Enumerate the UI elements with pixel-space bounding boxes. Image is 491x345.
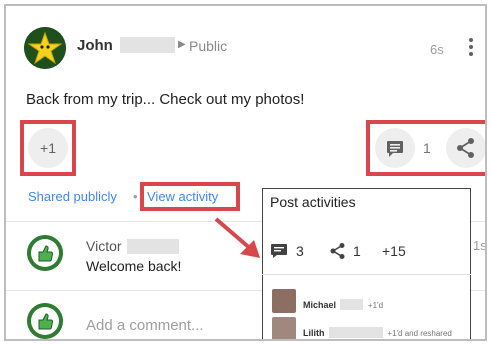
post-time: 6s: [430, 42, 444, 57]
popup-divider: [262, 274, 471, 275]
comment-icon: [271, 244, 287, 258]
redacted-surname: [120, 37, 176, 53]
popup-plus-count: +15: [382, 243, 406, 259]
commenter-name-text: Victor: [86, 238, 122, 254]
comment-time: 1s: [473, 238, 487, 253]
activity-action: +1'd and reshared: [387, 329, 452, 338]
privacy-label[interactable]: Public: [189, 38, 227, 54]
share-icon: [330, 243, 345, 259]
separator-dot: •: [133, 189, 138, 204]
author-name-text: John: [77, 37, 113, 54]
comment-text: Welcome back!: [86, 258, 182, 274]
activity-row[interactable]: Lilith +1'd and reshared: [303, 323, 452, 339]
comment-button[interactable]: [375, 128, 415, 168]
post-card: John ▶ Public 6s Back from my trip... Ch…: [4, 4, 487, 341]
plus-one-button[interactable]: +1: [28, 128, 68, 168]
commenter-name[interactable]: Victor: [86, 238, 180, 254]
share-icon: [457, 138, 474, 158]
shared-publicly-link[interactable]: Shared publicly: [28, 189, 117, 204]
author-avatar[interactable]: [24, 27, 66, 69]
activity-avatar[interactable]: [272, 289, 296, 313]
redacted-surname: [340, 299, 364, 310]
star-avatar-icon: [24, 27, 66, 69]
redacted-surname: [328, 327, 383, 338]
comment-icon: [387, 141, 403, 157]
thumbs-up-avatar-icon: [27, 235, 63, 271]
share-button[interactable]: [446, 128, 485, 168]
activity-name: Lilith: [303, 328, 325, 338]
activity-avatar[interactable]: [272, 317, 296, 339]
comment-count: 1: [423, 140, 431, 156]
activity-name: Michael: [303, 300, 337, 310]
popup-share-count: 1: [353, 243, 361, 259]
post-text: Back from my trip... Check out my photos…: [26, 91, 305, 108]
author-name[interactable]: John: [77, 37, 176, 54]
add-comment-input[interactable]: Add a comment...: [86, 317, 204, 334]
popup-comment-count: 3: [296, 243, 304, 259]
view-activity-link[interactable]: View activity: [147, 189, 218, 204]
redacted-surname: [127, 239, 180, 254]
activity-action: +1'd: [367, 301, 384, 310]
popup-title: Post activities: [270, 194, 356, 210]
activity-row[interactable]: Michael +1'd: [303, 295, 383, 313]
thumbs-up-avatar-icon: [27, 303, 63, 339]
current-user-avatar: [27, 303, 63, 339]
caret-right-icon: ▶: [178, 39, 186, 50]
more-vert-icon[interactable]: [469, 38, 475, 58]
commenter-avatar[interactable]: [27, 235, 63, 271]
